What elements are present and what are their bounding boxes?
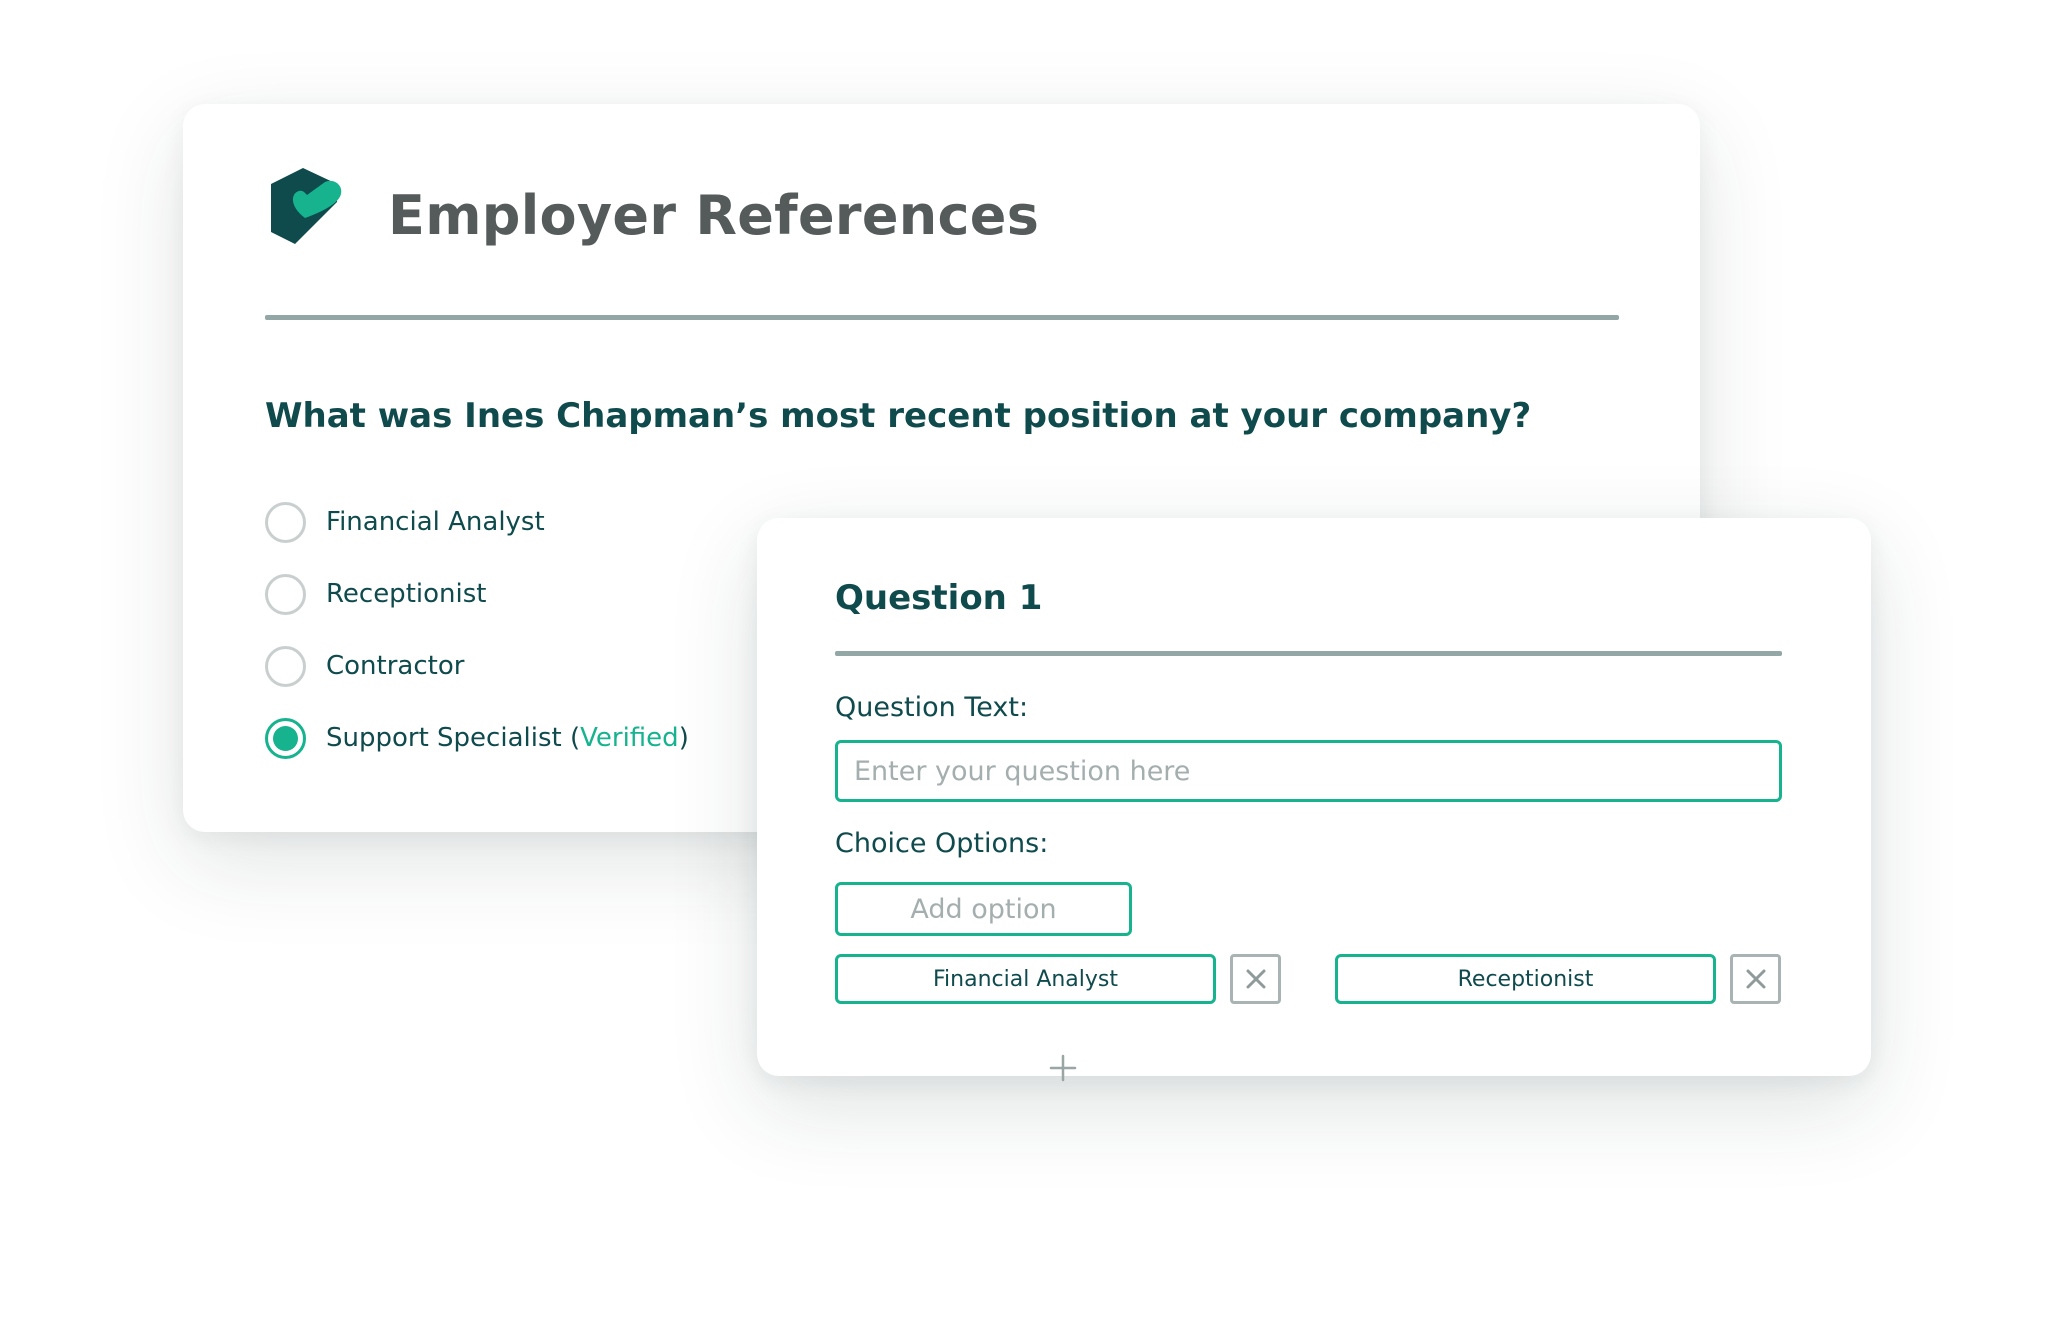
- close-paren: ): [678, 723, 689, 753]
- radio-button[interactable]: [265, 645, 306, 687]
- plus-icon: [1049, 1054, 1077, 1082]
- choice-option-label: Financial Analyst: [932, 966, 1119, 992]
- radio-button[interactable]: [265, 501, 306, 543]
- page-stage: Employer References What was Ines Chapma…: [0, 0, 2048, 1337]
- answer-label-text: Support Specialist: [326, 723, 562, 753]
- verified-badge: Verified: [580, 723, 679, 753]
- close-icon: [1746, 969, 1765, 989]
- checkmark-hexagon-logo-icon: [265, 166, 345, 250]
- answer-option-support-specialist[interactable]: Support Specialist (Verified): [265, 702, 689, 774]
- open-paren: (: [561, 723, 581, 753]
- question-heading: What was Ines Chapman’s most recent posi…: [265, 396, 1532, 436]
- answer-label: Support Specialist (Verified): [326, 723, 689, 753]
- editor-title: Question 1: [835, 578, 1043, 618]
- editor-divider: [835, 651, 1782, 656]
- answer-option-contractor[interactable]: Contractor: [265, 630, 689, 702]
- choice-option-label: Receptionist: [1457, 966, 1594, 992]
- close-icon: [1246, 969, 1265, 989]
- answer-option-financial-analyst[interactable]: Financial Analyst: [265, 486, 689, 558]
- answer-options-list: Financial Analyst Receptionist Contracto…: [265, 486, 689, 774]
- question-editor-card: Question 1 Question Text: Choice Options…: [757, 518, 1871, 1082]
- choice-option-chip[interactable]: Financial Analyst: [835, 954, 1216, 1004]
- add-choice-button[interactable]: [1048, 1053, 1078, 1083]
- radio-button-selected[interactable]: [265, 717, 306, 759]
- question-text-input[interactable]: [835, 740, 1782, 802]
- radio-button[interactable]: [265, 573, 306, 615]
- title-divider: [265, 315, 1619, 320]
- question-text-label: Question Text:: [835, 692, 1029, 723]
- answer-label: Receptionist: [326, 579, 487, 609]
- remove-option-button[interactable]: [1230, 954, 1281, 1004]
- choice-options-label: Choice Options:: [835, 828, 1049, 859]
- page-title: Employer References: [388, 184, 1040, 247]
- add-option-input[interactable]: [835, 882, 1132, 936]
- choice-option-chip[interactable]: Receptionist: [1335, 954, 1716, 1004]
- answer-label: Financial Analyst: [326, 507, 545, 537]
- answer-option-receptionist[interactable]: Receptionist: [265, 558, 689, 630]
- radio-selected-dot: [273, 725, 298, 751]
- remove-option-button[interactable]: [1730, 954, 1781, 1004]
- answer-label: Contractor: [326, 651, 465, 681]
